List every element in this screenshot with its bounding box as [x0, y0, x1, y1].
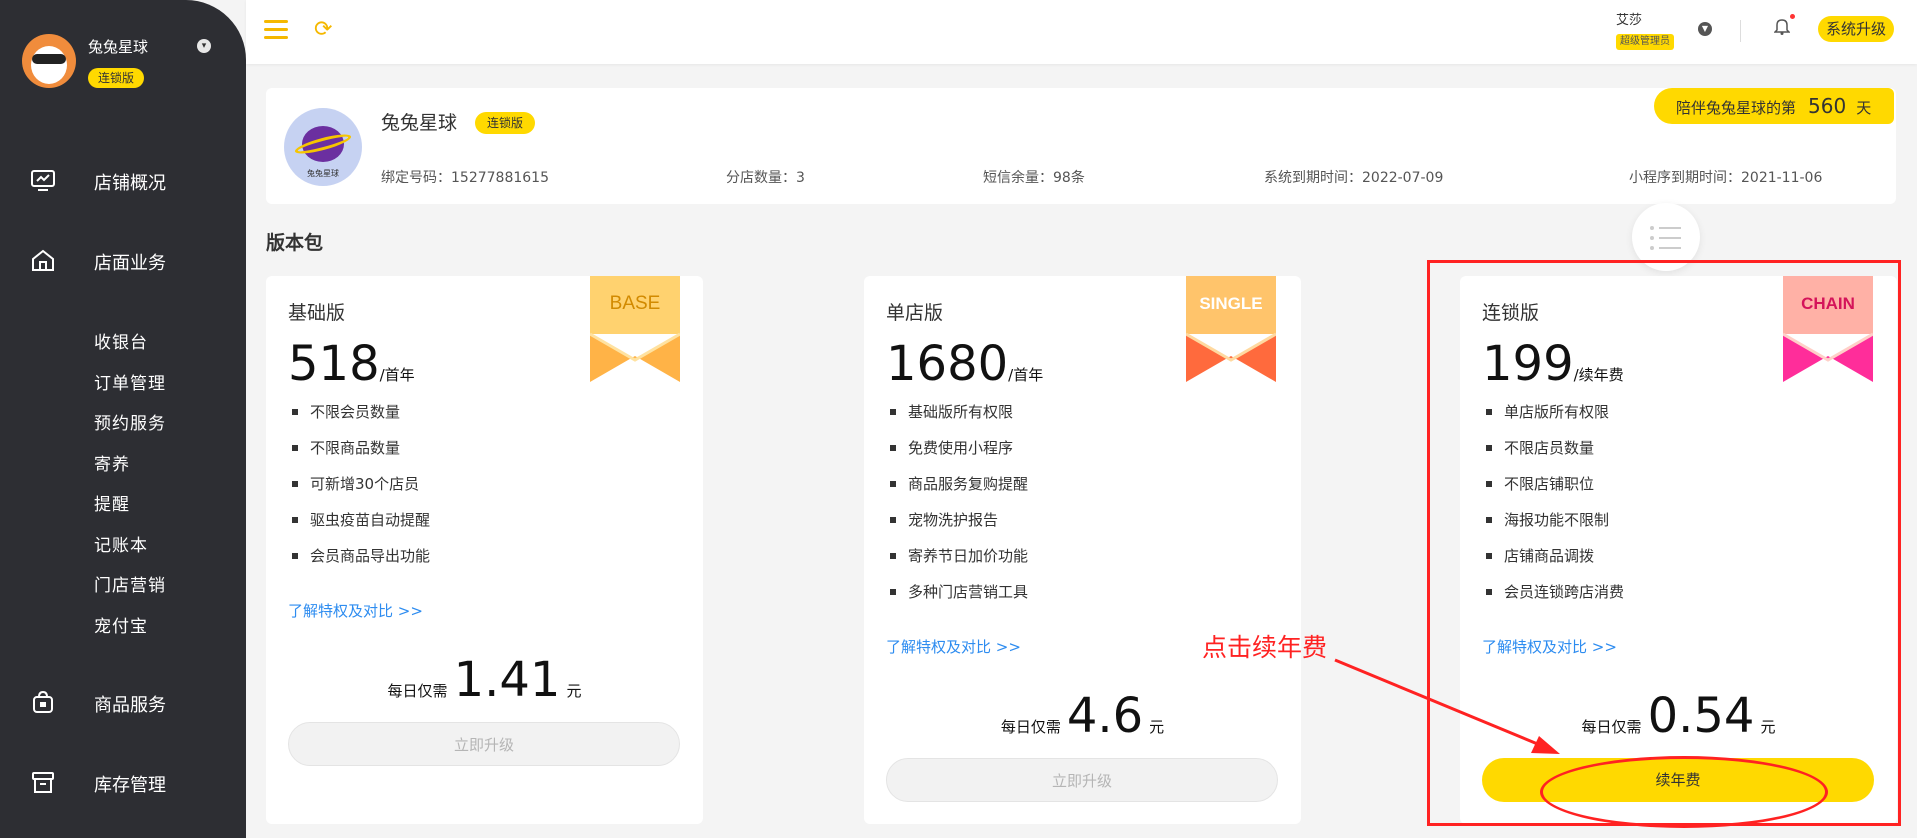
- list-item: 不限商品数量: [288, 438, 430, 474]
- list-item: 驱虫疫苗自动提醒: [288, 510, 430, 546]
- section-title: 版本包: [266, 232, 324, 254]
- package-name: 基础版: [288, 302, 346, 324]
- sidebar-item-inventory[interactable]: 库存管理: [0, 762, 246, 802]
- ribbon-badge-icon: BASE: [590, 276, 680, 382]
- sidebar-subitem-appointments[interactable]: 预约服务: [94, 409, 166, 434]
- annotation-text: 点击续年费: [1202, 633, 1328, 662]
- sidebar-subitem-cashier[interactable]: 收银台: [94, 328, 148, 353]
- sidebar-subitem-ledger[interactable]: 记账本: [94, 531, 148, 556]
- edition-badge: 连锁版: [475, 112, 536, 134]
- refresh-icon[interactable]: ⟳: [314, 18, 338, 42]
- list-item: 多种门店营销工具: [886, 582, 1028, 618]
- list-item: 宠物洗护报告: [886, 510, 1028, 546]
- sidebar-user-name: 兔兔星球: [88, 38, 149, 56]
- sidebar-subitem-pet-pay[interactable]: 宠付宝: [94, 612, 148, 637]
- sidebar-subitem-boarding[interactable]: 寄养: [94, 450, 130, 475]
- upgrade-button[interactable]: 立即升级: [886, 758, 1278, 802]
- svg-text:SINGLE: SINGLE: [1199, 294, 1262, 313]
- package-name: 单店版: [886, 302, 944, 324]
- sms-balance: 短信余量：98条: [983, 170, 1085, 186]
- sidebar-item-products[interactable]: 商品服务: [0, 682, 246, 722]
- list-item: 免费使用小程序: [886, 438, 1028, 474]
- sidebar-subitem-reminders[interactable]: 提醒: [94, 490, 130, 515]
- chevron-down-icon[interactable]: ▼: [1698, 22, 1712, 36]
- upgrade-button[interactable]: 立即升级: [288, 722, 680, 766]
- user-name: 艾莎: [1616, 13, 1643, 28]
- companion-days-badge: 陪伴兔兔星球的第 560 天: [1654, 88, 1894, 124]
- edition-badge: 连锁版: [88, 68, 145, 88]
- list-item: 不限会员数量: [288, 402, 430, 438]
- svg-text:BASE: BASE: [610, 293, 661, 314]
- shop-info-card: 兔兔星球 兔兔星球 连锁版 绑定号码：15277881615 分店数量：3 短信…: [266, 88, 1896, 204]
- branch-count: 分店数量：3: [726, 170, 805, 186]
- list-item: 会员商品导出功能: [288, 546, 430, 582]
- chevron-down-icon[interactable]: ▾: [197, 39, 211, 53]
- package-price: 518/首年: [288, 336, 415, 392]
- monitor-icon: [31, 170, 55, 191]
- sidebar-item-label: 店面业务: [94, 253, 166, 274]
- package-card-base: BASE 基础版 518/首年 不限会员数量 不限商品数量 可新增30个店员 驱…: [266, 276, 703, 824]
- inventory-icon: [32, 772, 54, 793]
- divider: [1740, 20, 1741, 42]
- bound-phone: 绑定号码：15277881615: [381, 170, 549, 186]
- list-item: 基础版所有权限: [886, 402, 1028, 438]
- feature-list: 不限会员数量 不限商品数量 可新增30个店员 驱虫疫苗自动提醒 会员商品导出功能: [288, 402, 430, 582]
- sidebar-item-store-overview[interactable]: 店铺概况: [0, 160, 246, 200]
- sidebar-item-label: 库存管理: [94, 775, 166, 796]
- system-expire-date: 系统到期时间：2022-07-09: [1264, 170, 1444, 186]
- shop-name: 兔兔星球: [381, 112, 458, 134]
- menu-icon[interactable]: [264, 20, 288, 40]
- sidebar: 兔兔星球 ▾ 连锁版 店铺概况 店面业务 收银台 订单管理 预约服务 寄养 提醒…: [0, 0, 246, 838]
- package-price: 1680/首年: [886, 336, 1044, 392]
- sidebar-item-store-business[interactable]: 店面业务: [0, 240, 246, 280]
- sidebar-item-label: 店铺概况: [94, 173, 166, 194]
- list-item: 商品服务复购提醒: [886, 474, 1028, 510]
- list-item: 可新增30个店员: [288, 474, 430, 510]
- compare-link[interactable]: 了解特权及对比 >>: [288, 600, 423, 621]
- shop-logo: 兔兔星球: [284, 108, 362, 186]
- daily-price: 每日仅需 1.41 元: [387, 652, 582, 708]
- package-card-single: SINGLE 单店版 1680/首年 基础版所有权限 免费使用小程序 商品服务复…: [864, 276, 1301, 824]
- user-role-badge: 超级管理员: [1616, 34, 1674, 50]
- system-upgrade-button[interactable]: 系统升级: [1818, 16, 1895, 42]
- feature-list: 基础版所有权限 免费使用小程序 商品服务复购提醒 宠物洗护报告 寄养节日加价功能…: [886, 402, 1028, 618]
- sidebar-user[interactable]: 兔兔星球 ▾ 连锁版: [22, 34, 232, 94]
- ribbon-badge-icon: SINGLE: [1186, 276, 1276, 382]
- avatar: [22, 34, 76, 88]
- annotation-highlight-box: [1427, 260, 1901, 826]
- list-item: 寄养节日加价功能: [886, 546, 1028, 582]
- bag-icon: [33, 690, 53, 713]
- sidebar-item-label: 商品服务: [94, 695, 166, 716]
- sidebar-subitem-marketing[interactable]: 门店营销: [94, 571, 166, 596]
- top-bar: ⟳ 艾莎 超级管理员 ▼ 系统升级: [246, 0, 1917, 64]
- miniapp-expire-date: 小程序到期时间：2021-11-06: [1629, 170, 1823, 186]
- bell-icon[interactable]: [1773, 14, 1795, 35]
- compare-link[interactable]: 了解特权及对比 >>: [886, 636, 1021, 657]
- annotation-ellipse: [1540, 756, 1828, 828]
- daily-price: 每日仅需 4.6 元: [1000, 688, 1165, 744]
- sidebar-subitem-orders[interactable]: 订单管理: [94, 369, 166, 394]
- house-icon: [32, 249, 54, 271]
